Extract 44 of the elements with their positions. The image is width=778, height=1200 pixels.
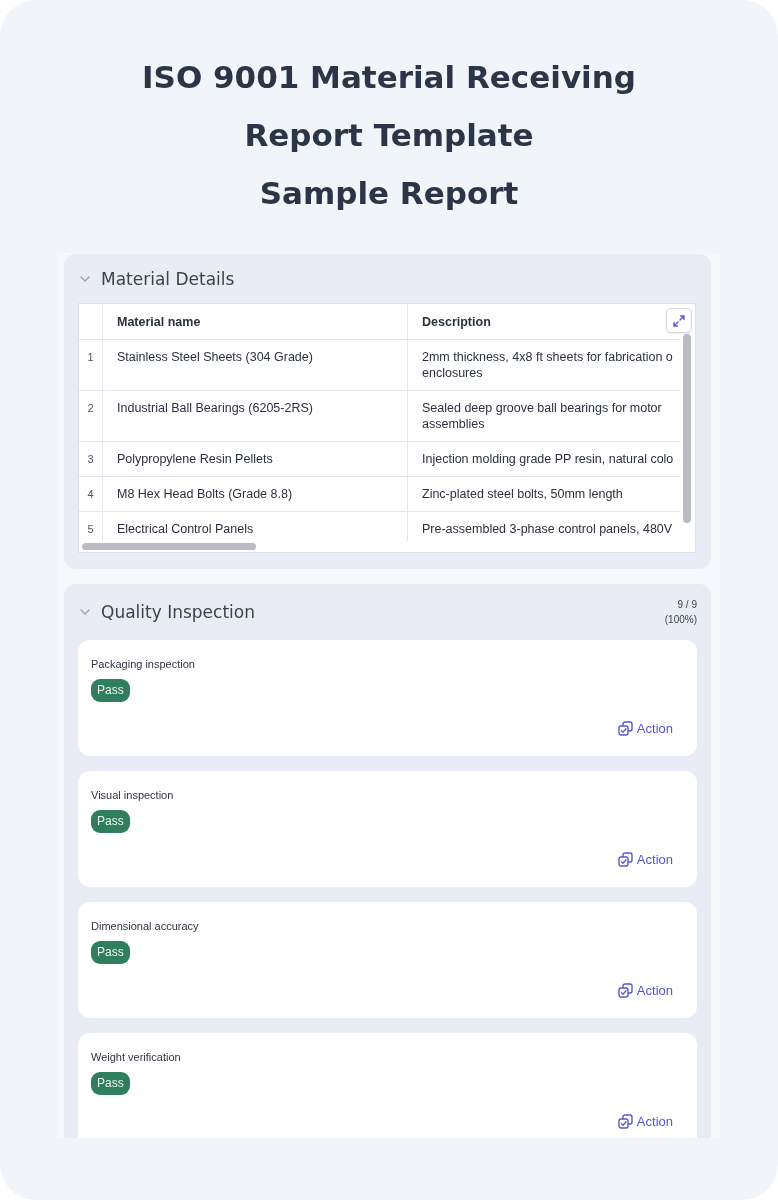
action-button[interactable]: Action (617, 850, 673, 868)
column-header: Material name (103, 304, 408, 340)
section-title: Material Details (101, 268, 236, 289)
table-cell: 2mm thickness, 4x8 ft sheets for fabrication o enclosures (408, 340, 681, 391)
table-cell: Polypropylene Resin Pellets (103, 442, 408, 477)
status-badge: Pass (91, 1072, 130, 1095)
progress-percent: (100%) (664, 613, 697, 627)
row-number: 2 (79, 391, 103, 442)
table-cell: Zinc-plated steel bolts, 50mm length (408, 477, 681, 512)
table-cell: Industrial Ball Bearings (6205-2RS) (103, 391, 408, 442)
inspection-label: Visual inspection (91, 789, 174, 802)
status-badge: Pass (91, 810, 130, 833)
row-number: 1 (79, 340, 103, 391)
table-cell: Stainless Steel Sheets (304 Grade) (103, 340, 408, 391)
table-cell: Injection molding grade PP resin, natural colo (408, 442, 681, 477)
stacked-check-icon (617, 720, 633, 736)
stacked-check-icon (617, 851, 633, 867)
expand-icon (673, 314, 685, 327)
action-button[interactable]: Action (617, 719, 673, 737)
progress-count: 9 / 9 (677, 598, 697, 612)
table-cell: Electrical Control Panels (103, 512, 408, 541)
stacked-check-icon (617, 1113, 633, 1129)
chevron-icon[interactable] (80, 609, 90, 615)
action-button[interactable]: Action (617, 981, 673, 999)
inspection-label: Packaging inspection (91, 658, 195, 671)
row-number: 3 (79, 442, 103, 477)
chevron-icon[interactable] (80, 275, 90, 282)
status-badge: Pass (91, 679, 130, 702)
row-number: 4 (79, 477, 103, 512)
table-cell: Sealed deep groove ball bearings for motor assemblies (408, 391, 681, 442)
inspection-label: Weight verification (91, 1051, 181, 1064)
report-subtitle: Sample Report (259, 174, 519, 213)
row-number: 5 (79, 512, 103, 541)
inspection-label: Dimensional accuracy (91, 920, 199, 933)
table-cell: M8 Hex Head Bolts (Grade 8.8) (103, 477, 408, 512)
expand-button[interactable] (666, 308, 692, 333)
stacked-check-icon (617, 982, 633, 998)
action-button[interactable]: Action (617, 1112, 673, 1130)
scrollbar-thumb[interactable] (683, 334, 692, 523)
scrollbar-thumb[interactable] (82, 543, 256, 550)
status-badge: Pass (91, 941, 130, 964)
section-title: Quality Inspection (101, 602, 256, 622)
report-title: ISO 9001 Material Receiving Report Template (141, 58, 637, 155)
table-cell-text: Pre-assembled 3-phase control panels, 480V (421, 521, 674, 538)
